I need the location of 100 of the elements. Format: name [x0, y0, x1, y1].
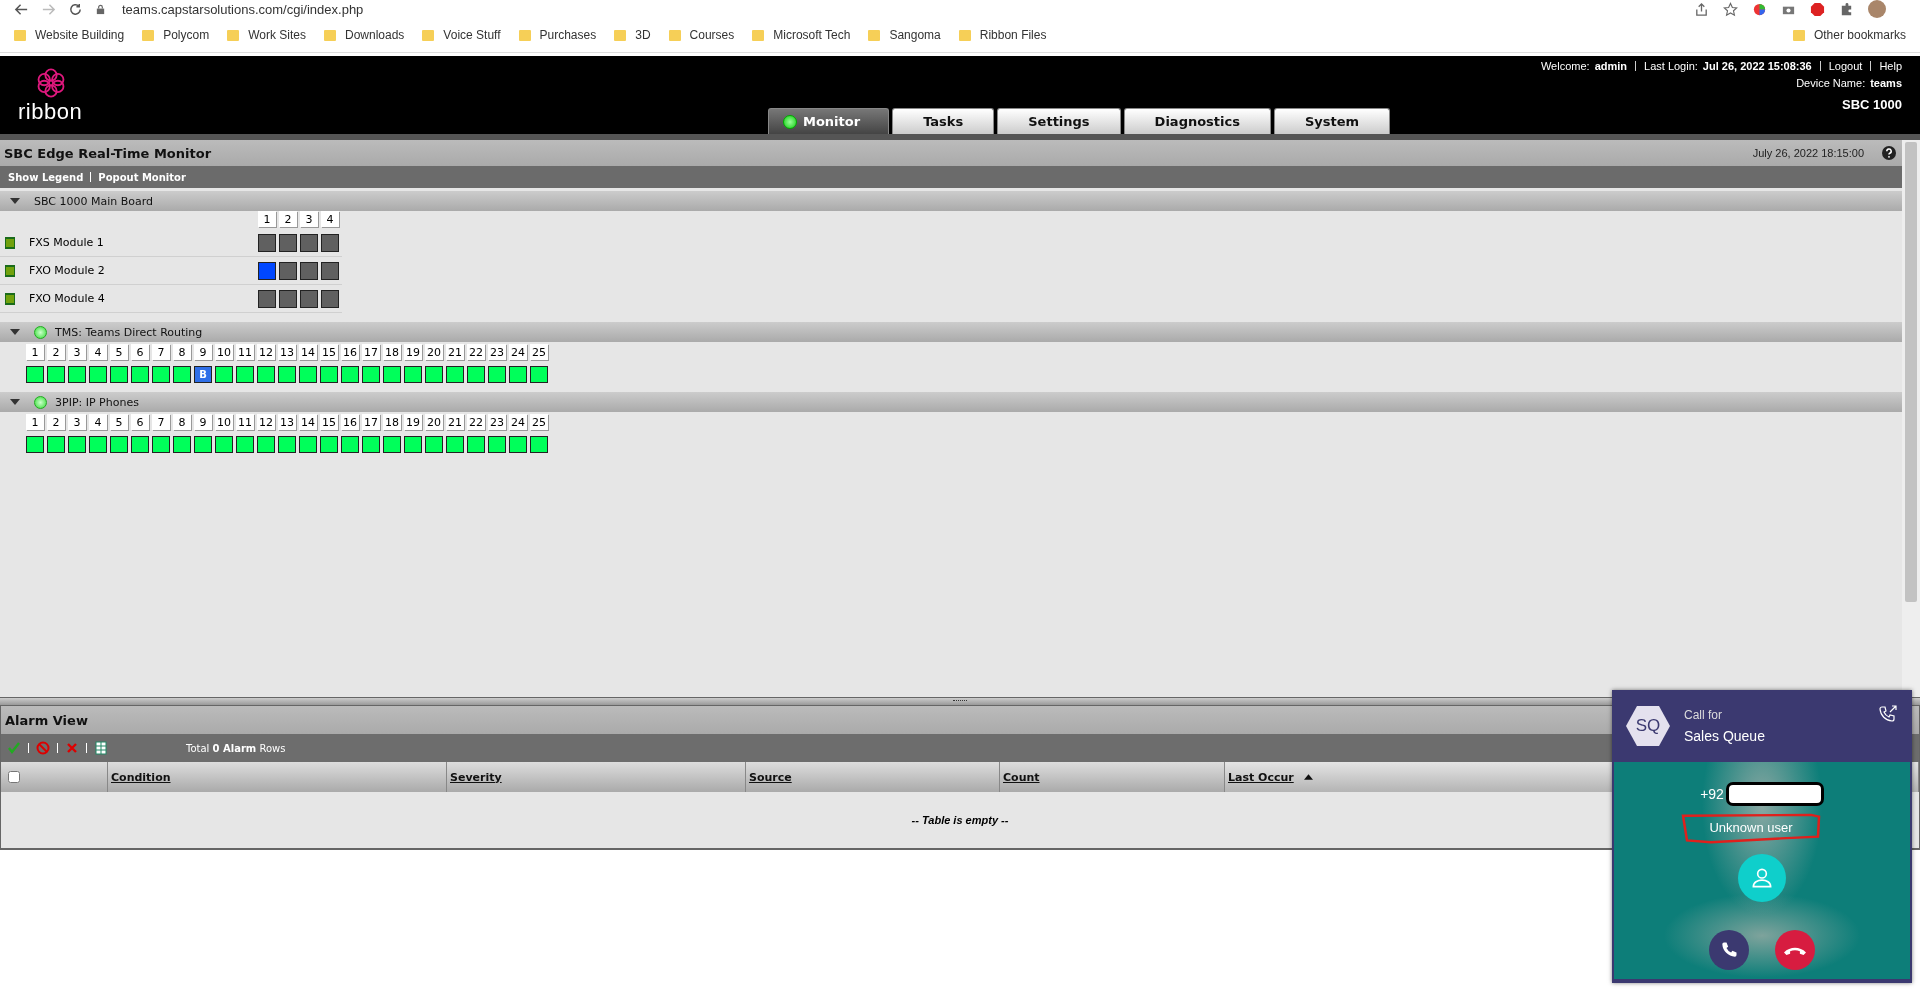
monitor-link[interactable]: Popout Monitor [98, 171, 186, 183]
port-number: 5 [110, 414, 128, 430]
puzzle-icon[interactable] [1839, 1, 1854, 17]
port-number: 12 [257, 414, 275, 430]
user-name: admin [1594, 60, 1628, 72]
profile-avatar[interactable] [1868, 0, 1886, 18]
port-number: 22 [467, 414, 485, 430]
expand-toggle[interactable] [10, 329, 20, 335]
avatar: SQ [1626, 706, 1670, 746]
check-icon[interactable] [7, 741, 21, 755]
port-number: 1 [258, 211, 276, 227]
bookmark-folder[interactable]: Ribbon Files [958, 28, 1047, 42]
port-number: 18 [383, 344, 401, 360]
port-number: 17 [362, 344, 380, 360]
bookmark-folder[interactable]: Courses [668, 28, 735, 42]
nav-tab[interactable]: System [1274, 108, 1391, 134]
bookmark-folder[interactable]: Polycom [142, 28, 210, 42]
bookmark-folder[interactable]: Website Building [14, 28, 125, 42]
star-icon[interactable] [1723, 1, 1738, 17]
timestamp: July 26, 2022 18:15:00 [1752, 147, 1864, 159]
device-name: teams [1870, 77, 1902, 89]
module-icon [5, 264, 15, 277]
port-number: 15 [320, 344, 338, 360]
port-number: 14 [299, 344, 317, 360]
nav-tab[interactable]: Diagnostics [1123, 108, 1271, 134]
port-number: 3 [68, 414, 86, 430]
call-transfer-icon[interactable] [1878, 704, 1898, 724]
port-number: 9 [194, 414, 212, 430]
sort-ascending-icon [1303, 774, 1313, 780]
port-number: 11 [236, 344, 254, 360]
port-number: 3 [300, 211, 318, 227]
port-number: 20 [425, 414, 443, 430]
channel-indicator: B [194, 366, 212, 383]
port-number: 1 [26, 344, 44, 360]
port-number: 3 [68, 344, 86, 360]
port-number: 14 [299, 414, 317, 430]
nav-tab[interactable]: Settings [997, 108, 1121, 134]
monitor-link[interactable]: Show Legend [8, 171, 84, 183]
port-number: 20 [425, 344, 443, 360]
section-title: SBC 1000 Main Board [34, 194, 154, 208]
port-number: 8 [173, 414, 191, 430]
port-number: 15 [320, 414, 338, 430]
contact-button[interactable] [1738, 854, 1786, 902]
port-number: 22 [467, 344, 485, 360]
port-number: 13 [278, 344, 296, 360]
port-number: 24 [509, 414, 527, 430]
address-bar[interactable]: teams.capstarsolutions.com/cgi/index.php [122, 1, 364, 17]
port-number: 18 [383, 414, 401, 430]
port-number: 7 [152, 414, 170, 430]
port-number: 25 [530, 344, 548, 360]
model-name: SBC 1000 [1842, 97, 1902, 112]
port-number: 21 [446, 414, 464, 430]
port-number: 8 [173, 344, 191, 360]
nav-tab[interactable]: Tasks [892, 108, 995, 134]
bookmark-folder[interactable]: Sangoma [868, 28, 941, 42]
port-number: 24 [509, 344, 527, 360]
lock-icon [95, 3, 106, 15]
bookmark-folder[interactable]: Other bookmarks [1792, 28, 1906, 42]
bookmark-folder[interactable]: Downloads [324, 28, 405, 42]
device-name-label: Device Name: [1796, 77, 1866, 89]
decline-call-button[interactable] [1775, 930, 1815, 970]
port-number: 6 [131, 344, 149, 360]
accept-call-button[interactable] [1709, 930, 1749, 970]
port-number: 6 [131, 414, 149, 430]
port-number: 13 [278, 414, 296, 430]
port-number: 10 [215, 344, 233, 360]
bookmark-folder[interactable]: Microsoft Tech [752, 28, 851, 42]
port-number: 12 [257, 344, 275, 360]
bookmark-folder[interactable]: Work Sites [227, 28, 306, 42]
hang-up-icon [1784, 945, 1806, 955]
bookmark-folder[interactable]: Purchases [518, 28, 597, 42]
port-number: 21 [446, 344, 464, 360]
header-link[interactable]: Help [1879, 60, 1902, 72]
bookmark-folder[interactable]: Voice Stuff [422, 28, 501, 42]
port-number: 23 [488, 344, 506, 360]
expand-toggle[interactable] [10, 198, 20, 204]
port-number: 25 [530, 414, 548, 430]
spreadsheet-icon[interactable] [94, 741, 108, 755]
module-name: FXO Module 4 [29, 292, 106, 305]
call-caption: Call for [1684, 708, 1723, 722]
port-number: 9 [194, 344, 212, 360]
logo-text: ribbon [18, 100, 83, 124]
port-number: 7 [152, 344, 170, 360]
expand-toggle[interactable] [10, 399, 20, 405]
bookmark-folder[interactable]: 3D [614, 28, 651, 42]
reload-icon[interactable] [68, 1, 83, 17]
port-number: 2 [279, 211, 297, 227]
port-number: 17 [362, 414, 380, 430]
header-link[interactable]: Logout [1828, 60, 1863, 72]
select-all-checkbox[interactable] [8, 771, 20, 783]
welcome-label: Welcome: [1540, 60, 1590, 72]
port-number: 16 [341, 344, 359, 360]
caller-name: Unknown user [1709, 820, 1793, 835]
port-number: 4 [89, 414, 107, 430]
color-wheel-icon[interactable] [1752, 1, 1767, 17]
nav-tab[interactable]: Monitor [768, 108, 890, 134]
module-name: FXO Module 2 [29, 264, 106, 277]
help-icon[interactable] [1882, 146, 1896, 160]
share-icon[interactable] [1694, 1, 1709, 17]
scrollbar[interactable] [1902, 140, 1920, 697]
